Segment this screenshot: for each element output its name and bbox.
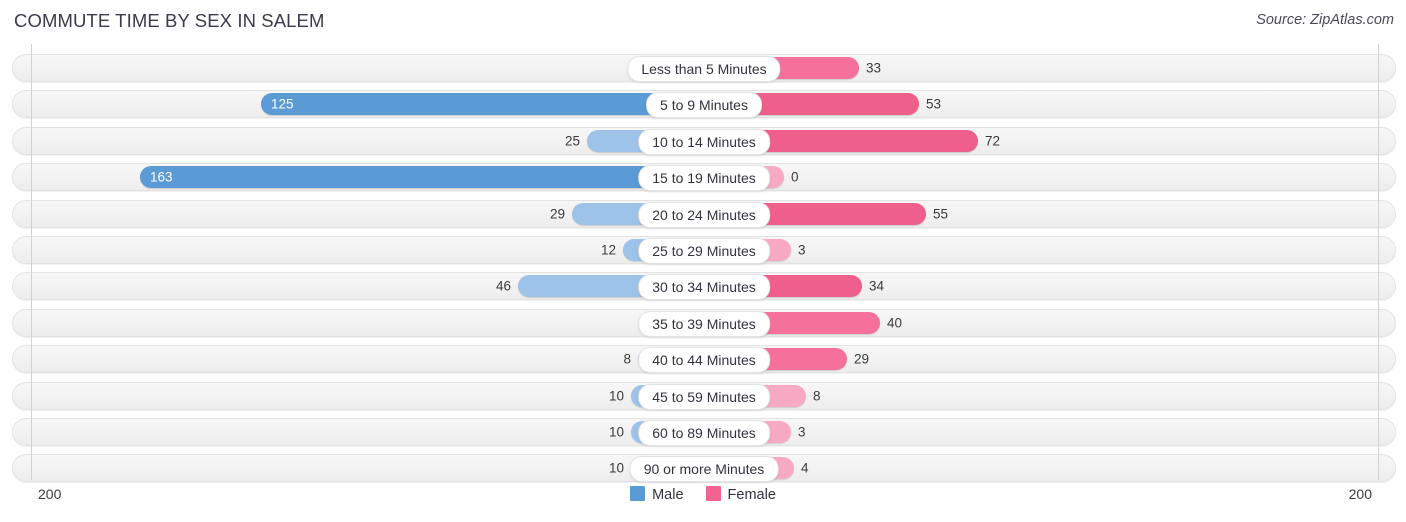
table-row: 633Less than 5 Minutes bbox=[12, 54, 1396, 82]
category-label: 30 to 34 Minutes bbox=[638, 274, 770, 301]
bar-value-female: 34 bbox=[869, 278, 885, 294]
bar-value-female: 72 bbox=[985, 133, 1001, 149]
bar-value-female: 33 bbox=[866, 60, 882, 76]
category-label: Less than 5 Minutes bbox=[627, 56, 781, 82]
table-row: 10 8 45 to 59 Minutes bbox=[12, 381, 1396, 410]
bar-value-female: 3 bbox=[798, 242, 806, 258]
bar-value-male: 25 bbox=[564, 133, 580, 149]
bar-value-female: 55 bbox=[933, 206, 949, 222]
legend-label: Female bbox=[727, 487, 776, 503]
bar-male: 125 bbox=[261, 93, 704, 116]
page-title: COMMUTE TIME BY SEX IN SALEM bbox=[14, 10, 325, 31]
legend-item[interactable]: Female bbox=[705, 486, 776, 503]
bar-value-male: 163 bbox=[150, 169, 173, 185]
table-row: 163 0 15 to 19 Minutes bbox=[12, 163, 1396, 192]
legend-label: Male bbox=[652, 487, 684, 503]
table-row: 8 29 40 to 44 Minutes bbox=[12, 345, 1396, 374]
axis-line-right bbox=[1378, 44, 1379, 480]
table-row: 12 3 25 to 29 Minutes bbox=[12, 236, 1396, 264]
legend-item[interactable]: Male bbox=[630, 486, 684, 503]
category-label: 35 to 39 Minutes bbox=[638, 310, 770, 337]
bar-value-male: 29 bbox=[549, 206, 565, 222]
legend-swatch-icon bbox=[705, 486, 721, 501]
table-row: 125 53 5 to 9 Minutes bbox=[12, 90, 1396, 119]
bar-value-male: 8 bbox=[623, 351, 631, 367]
bar-value-female: 8 bbox=[813, 388, 821, 404]
chart-legend: Male Female bbox=[0, 486, 1406, 503]
category-label: 60 to 89 Minutes bbox=[638, 420, 770, 446]
bar-value-male: 125 bbox=[271, 96, 294, 112]
table-row: 24035 to 39 Minutes bbox=[12, 308, 1396, 337]
table-row: 46 34 30 to 34 Minutes bbox=[12, 272, 1396, 301]
table-row: 10 4 90 or more Minutes bbox=[12, 454, 1396, 483]
chart-footer: 200 200 Male Female bbox=[0, 480, 1406, 522]
table-row: 10 3 60 to 89 Minutes bbox=[12, 418, 1396, 446]
bar-value-female: 4 bbox=[801, 460, 809, 476]
legend-swatch-icon bbox=[630, 486, 646, 501]
category-label: 45 to 59 Minutes bbox=[638, 383, 770, 410]
category-label: 15 to 19 Minutes bbox=[638, 165, 770, 192]
chart-header: COMMUTE TIME BY SEX IN SALEM Source: Zip… bbox=[0, 0, 1406, 44]
bar-value-male: 46 bbox=[495, 278, 511, 294]
bar-value-female: 40 bbox=[887, 315, 903, 331]
category-label: 20 to 24 Minutes bbox=[638, 201, 770, 228]
category-label: 10 to 14 Minutes bbox=[638, 128, 770, 155]
bar-value-female: 0 bbox=[791, 169, 799, 185]
bar-value-male: 10 bbox=[608, 424, 624, 440]
bar-value-female: 53 bbox=[926, 96, 942, 112]
category-label: 90 or more Minutes bbox=[629, 456, 779, 483]
bar-value-male: 12 bbox=[600, 242, 616, 258]
bar-value-female: 3 bbox=[798, 424, 806, 440]
axis-line-left bbox=[31, 44, 32, 480]
category-label: 40 to 44 Minutes bbox=[638, 347, 770, 374]
table-row: 25 72 10 to 14 Minutes bbox=[12, 126, 1396, 155]
bar-male: 163 bbox=[140, 166, 704, 189]
bar-value-male: 10 bbox=[608, 460, 624, 476]
table-row: 29 55 20 to 24 Minutes bbox=[12, 199, 1396, 228]
chart-plot-area: 633Less than 5 Minutes125535 to 9 Minute… bbox=[0, 44, 1406, 483]
source-attribution: Source: ZipAtlas.com bbox=[1256, 12, 1394, 28]
bar-value-male: 10 bbox=[608, 388, 624, 404]
category-label: 25 to 29 Minutes bbox=[638, 238, 770, 264]
category-label: 5 to 9 Minutes bbox=[646, 92, 762, 119]
bar-value-female: 29 bbox=[854, 351, 870, 367]
